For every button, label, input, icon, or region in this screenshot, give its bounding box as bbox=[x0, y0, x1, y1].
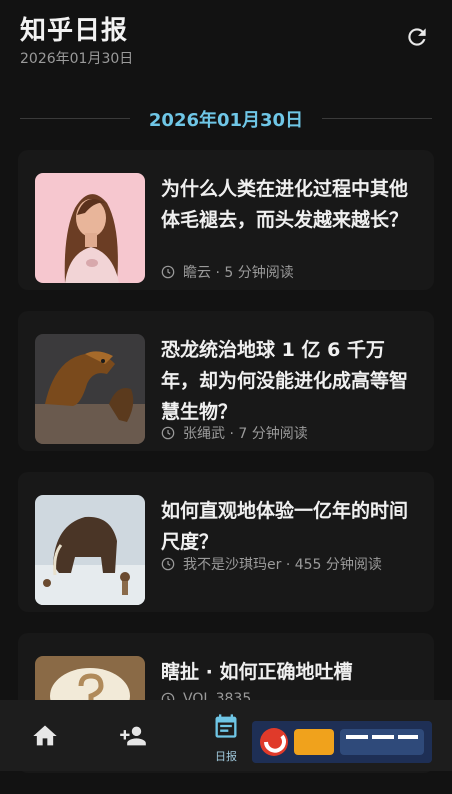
story-meta: 瞻云 · 5 分钟阅读 bbox=[161, 262, 294, 282]
date-divider: 2026年01月30日 bbox=[20, 104, 432, 132]
story-list: 为什么人类在进化过程中其他体毛褪去，而头发越来越长？ 瞻云 · 5 分钟阅读 恐… bbox=[18, 150, 434, 794]
story-title: 如何直观地体验一亿年的时间尺度？ bbox=[161, 500, 409, 553]
calendar-icon bbox=[215, 714, 237, 738]
story-meta: 我不是沙琪玛er · 455 分钟阅读 bbox=[161, 554, 382, 574]
app-header: 知乎日报 2026年01月30日 bbox=[0, 0, 452, 80]
clock-icon bbox=[161, 557, 175, 571]
story-meta-text: 我不是沙琪玛er · 455 分钟阅读 bbox=[183, 557, 382, 573]
section-date: 2026年01月30日 bbox=[148, 110, 304, 131]
refresh-button[interactable] bbox=[404, 24, 430, 50]
clock-icon bbox=[161, 265, 175, 279]
clock-icon bbox=[161, 426, 175, 440]
story-thumbnail bbox=[35, 173, 145, 283]
app-title: 知乎日报 bbox=[20, 16, 129, 46]
header-date: 2026年01月30日 bbox=[20, 51, 134, 67]
home-icon bbox=[33, 725, 57, 746]
story-thumbnail bbox=[35, 495, 145, 605]
divider-line-right bbox=[322, 118, 432, 119]
refresh-icon bbox=[408, 28, 426, 46]
story-meta-text: 张绳武 · 7 分钟阅读 bbox=[183, 426, 308, 442]
add-user-icon bbox=[120, 726, 146, 746]
story-title: 恐龙统治地球 1 亿 6 千万年，却为何没能进化成高等智慧生物？ bbox=[161, 339, 409, 423]
nav-add-user[interactable] bbox=[88, 700, 178, 771]
story-thumbnail bbox=[35, 334, 145, 444]
story-meta: 张绳武 · 7 分钟阅读 bbox=[161, 423, 308, 443]
nav-home[interactable] bbox=[0, 700, 90, 771]
story-title: 为什么人类在进化过程中其他体毛褪去，而头发越来越长？ bbox=[161, 178, 409, 231]
story-card[interactable]: 恐龙统治地球 1 亿 6 千万年，却为何没能进化成高等智慧生物？ 张绳武 · 7… bbox=[18, 311, 434, 451]
site-watermark-logo bbox=[252, 721, 432, 763]
bottom-nav: 日报 bbox=[0, 700, 452, 771]
story-title: 瞎扯 · 如何正确地吐槽 bbox=[161, 661, 353, 683]
story-meta-text: 瞻云 · 5 分钟阅读 bbox=[183, 265, 294, 281]
story-card[interactable]: 如何直观地体验一亿年的时间尺度？ 我不是沙琪玛er · 455 分钟阅读 bbox=[18, 472, 434, 612]
story-card[interactable]: 为什么人类在进化过程中其他体毛褪去，而头发越来越长？ 瞻云 · 5 分钟阅读 bbox=[18, 150, 434, 290]
